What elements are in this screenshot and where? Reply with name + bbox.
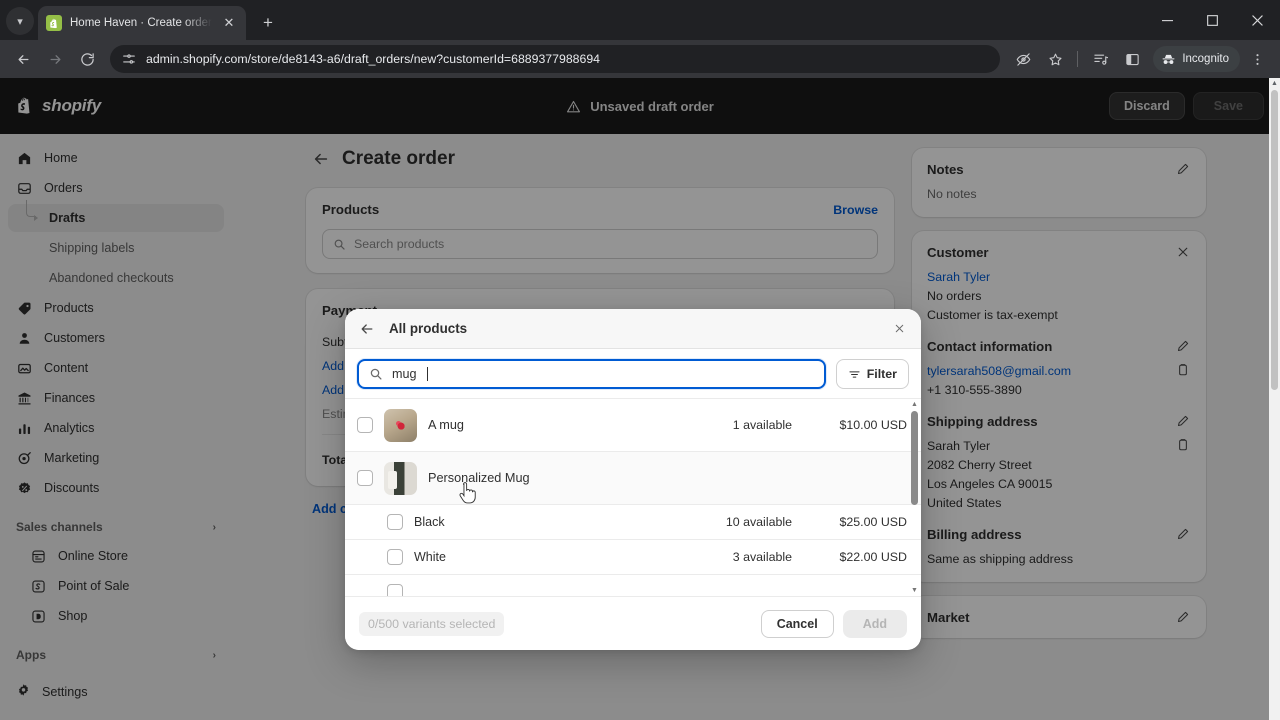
modal-footer-actions: Cancel Add (760, 609, 907, 638)
page-viewport: shopify Unsaved draft order Discard Save (0, 78, 1280, 720)
page-scrollbar-thumb[interactable] (1271, 90, 1278, 390)
add-button[interactable]: Add (842, 609, 907, 638)
window-controls (1145, 0, 1280, 40)
product-price: $10.00 USD (839, 418, 907, 432)
product-row[interactable]: Personalized Mug (345, 452, 921, 505)
product-name: A mug (428, 418, 464, 432)
kebab-menu-icon[interactable] (1242, 44, 1272, 74)
variants-selected-count: 0/500 variants selected (359, 611, 505, 636)
variant-availability: 3 available (732, 550, 792, 564)
toolbar-right-icons: Incognito (1008, 44, 1272, 74)
variant-checkbox[interactable] (387, 514, 403, 530)
product-list-scroll-area: A mug 1 available $10.00 USD Personalize… (345, 399, 921, 596)
product-availability: 1 available (732, 418, 792, 432)
reload-icon[interactable] (72, 44, 102, 74)
product-checkbox[interactable] (357, 470, 373, 486)
search-icon (369, 367, 383, 381)
modal-search-row: mug Filter (345, 349, 921, 399)
variant-price: $25.00 USD (839, 515, 907, 529)
incognito-icon (1161, 52, 1176, 67)
product-row[interactable]: A mug 1 available $10.00 USD (345, 399, 921, 452)
all-products-modal: All products mug Filter A mug 1 availabl… (345, 309, 921, 650)
variant-name: Black (414, 515, 445, 529)
text-caret (426, 367, 428, 381)
scroll-up-arrow-icon[interactable]: ▲ (1269, 78, 1280, 89)
browser-toolbar: admin.shopify.com/store/de8143-a6/draft_… (0, 40, 1280, 78)
shopify-favicon-icon (46, 15, 62, 31)
product-thumbnail (384, 408, 417, 442)
variant-row-partial[interactable] (345, 575, 921, 596)
new-tab-button[interactable]: + (254, 9, 282, 37)
product-list-scrollbar[interactable]: ▲ ▼ (908, 399, 921, 596)
product-checkbox[interactable] (357, 417, 373, 433)
variant-availability: 10 available (725, 515, 792, 529)
incognito-label: Incognito (1182, 53, 1229, 65)
cancel-button[interactable]: Cancel (760, 609, 834, 638)
product-list: A mug 1 available $10.00 USD Personalize… (345, 399, 921, 596)
side-panel-icon[interactable] (1117, 44, 1147, 74)
variant-name: White (414, 550, 446, 564)
variant-checkbox[interactable] (387, 584, 403, 596)
filter-button[interactable]: Filter (835, 359, 909, 389)
product-thumbnail (384, 461, 417, 495)
scroll-down-arrow-icon[interactable]: ▼ (908, 585, 921, 596)
address-bar[interactable]: admin.shopify.com/store/de8143-a6/draft_… (110, 45, 1001, 73)
tab-search-chevron-icon[interactable]: ▾ (6, 7, 34, 35)
filter-label: Filter (866, 367, 897, 381)
address-bar-url: admin.shopify.com/store/de8143-a6/draft_… (146, 52, 601, 66)
close-x-icon[interactable] (891, 321, 907, 337)
variant-checkbox[interactable] (387, 549, 403, 565)
product-list-scrollbar-thumb[interactable] (911, 411, 918, 505)
product-name: Personalized Mug (428, 471, 530, 485)
incognito-indicator[interactable]: Incognito (1153, 46, 1240, 72)
star-icon[interactable] (1040, 44, 1070, 74)
tab-strip: ▾ Home Haven · Create order · Sh ✕ + (0, 0, 1280, 40)
browser-tab[interactable]: Home Haven · Create order · Sh ✕ (38, 6, 246, 40)
variant-row[interactable]: Black 10 available $25.00 USD (345, 505, 921, 540)
forward-arrow-icon[interactable] (40, 44, 70, 74)
window-close-button[interactable] (1235, 0, 1280, 40)
tab-title: Home Haven · Create order · Sh (70, 17, 212, 29)
site-settings-icon[interactable] (122, 52, 136, 66)
search-input-value: mug (392, 367, 417, 381)
modal-title: All products (389, 321, 468, 336)
back-arrow-icon[interactable] (359, 321, 375, 337)
modal-footer: 0/500 variants selected Cancel Add (345, 596, 921, 650)
back-arrow-icon[interactable] (8, 44, 38, 74)
modal-header: All products (345, 309, 921, 349)
browser-window: ▾ Home Haven · Create order · Sh ✕ + (0, 0, 1280, 720)
downloads-icon[interactable] (1085, 44, 1115, 74)
page-scrollbar[interactable]: ▲ (1269, 78, 1280, 720)
tab-close-icon[interactable]: ✕ (220, 14, 238, 32)
filter-icon (848, 368, 861, 381)
variant-price: $22.00 USD (839, 550, 907, 564)
window-minimize-button[interactable] (1145, 0, 1190, 40)
window-maximize-button[interactable] (1190, 0, 1235, 40)
eye-off-icon[interactable] (1008, 44, 1038, 74)
product-search-field[interactable]: mug (357, 359, 826, 389)
variant-row[interactable]: White 3 available $22.00 USD (345, 540, 921, 575)
scroll-up-arrow-icon[interactable]: ▲ (908, 399, 921, 410)
